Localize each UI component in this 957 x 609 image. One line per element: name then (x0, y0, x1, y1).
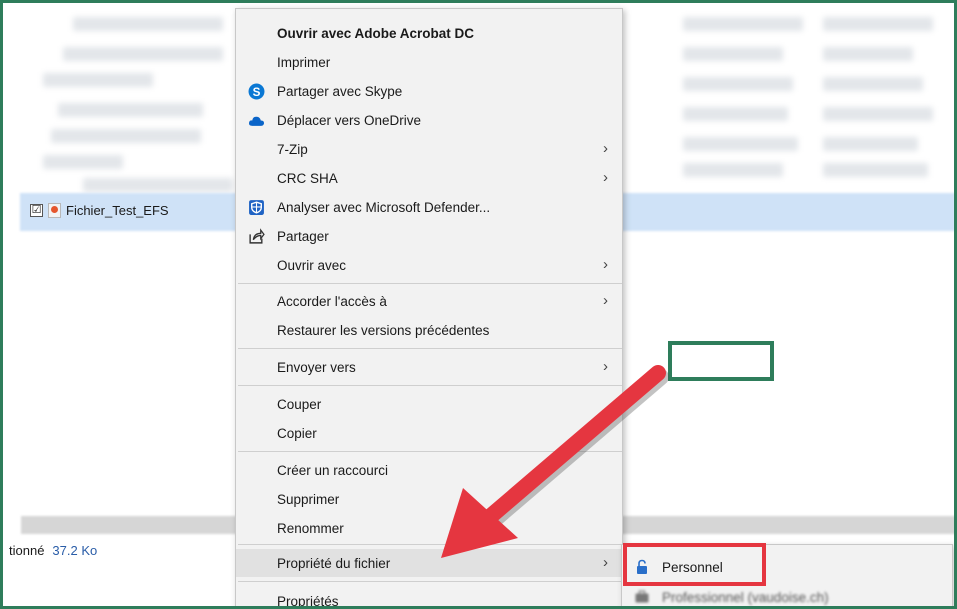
blurred-row (823, 137, 918, 151)
menu-item-7zip[interactable]: 7-Zip › (236, 135, 622, 163)
menu-item-label: Restaurer les versions précédentes (277, 322, 490, 338)
menu-item-print[interactable]: Imprimer (236, 48, 622, 76)
menu-item-label: Ouvrir avec Adobe Acrobat DC (277, 25, 475, 41)
menu-item-label: Propriétés (277, 593, 339, 609)
blurred-row (823, 77, 923, 91)
blurred-row (683, 17, 803, 31)
menu-item-label: CRC SHA (277, 170, 338, 186)
blurred-row (823, 163, 928, 177)
chevron-right-icon: › (603, 140, 608, 157)
menu-item-label: Imprimer (277, 54, 331, 70)
svg-text:S: S (253, 86, 261, 99)
blurred-row (683, 163, 783, 177)
blurred-row (73, 17, 223, 31)
menu-item-label: Analyser avec Microsoft Defender... (277, 199, 491, 215)
blurred-row (83, 178, 233, 192)
blurred-row (683, 77, 793, 91)
menu-item-label: Supprimer (277, 491, 340, 507)
menu-separator (238, 283, 622, 284)
submenu-item-professionnel[interactable]: Professionnel (vaudoise.ch) (622, 583, 952, 606)
menu-item-label: Couper (277, 396, 322, 412)
file-icon (48, 203, 61, 218)
menu-item-label: Créer un raccourci (277, 462, 389, 478)
briefcase-icon (635, 590, 649, 603)
menu-item-grant-access[interactable]: Accorder l'accès à › (236, 287, 622, 315)
file-name: Fichier_Test_EFS (66, 203, 169, 218)
menu-item-label: Propriété du fichier (277, 555, 391, 571)
annotation-arrow-icon (441, 365, 669, 558)
checkbox-icon[interactable]: ☑ (30, 204, 43, 217)
menu-item-label: Déplacer vers OneDrive (277, 112, 422, 128)
blurred-row (63, 47, 223, 61)
menu-item-label: Partager avec Skype (277, 83, 403, 99)
chevron-right-icon: › (603, 169, 608, 186)
blurred-row (683, 137, 798, 151)
blurred-row (51, 129, 201, 143)
menu-item-label: Accorder l'accès à (277, 293, 387, 309)
file-item[interactable]: ☑ Fichier_Test_EFS (30, 203, 169, 218)
skype-icon: S (248, 83, 265, 100)
menu-item-properties[interactable]: Propriétés (236, 587, 622, 609)
blurred-row (58, 103, 203, 117)
blurred-row (683, 47, 783, 61)
menu-item-restore-versions[interactable]: Restaurer les versions précédentes (236, 316, 622, 344)
annotation-green-box (668, 341, 774, 381)
blurred-row (823, 17, 933, 31)
submenu-item-label: Professionnel (vaudoise.ch) (662, 589, 829, 605)
menu-item-move-onedrive[interactable]: Déplacer vers OneDrive (236, 106, 622, 134)
menu-item-share-skype[interactable]: S Partager avec Skype (236, 77, 622, 105)
menu-item-label: Ouvrir avec (277, 257, 347, 273)
menu-item-open-acrobat[interactable]: Ouvrir avec Adobe Acrobat DC (236, 19, 622, 47)
menu-item-label: Partager (277, 228, 329, 244)
chevron-right-icon: › (603, 292, 608, 309)
menu-item-label: Envoyer vers (277, 359, 356, 375)
share-icon (249, 228, 265, 244)
blurred-row (823, 107, 933, 121)
menu-item-crc-sha[interactable]: CRC SHA › (236, 164, 622, 192)
blurred-row (43, 73, 153, 87)
status-bar: tionné 37.2 Ko (9, 543, 97, 558)
onedrive-cloud-icon (248, 116, 265, 126)
menu-item-label: Renommer (277, 520, 344, 536)
menu-separator (238, 348, 622, 349)
blurred-row (43, 155, 123, 169)
status-text: tionné (9, 543, 45, 558)
chevron-right-icon: › (603, 256, 608, 273)
blurred-row (683, 107, 788, 121)
screenshot-frame: ☑ Fichier_Test_EFS tionné 37.2 Ko Ouvrir … (0, 0, 957, 609)
menu-item-share[interactable]: Partager (236, 222, 622, 250)
blurred-row (823, 47, 913, 61)
menu-item-label: 7-Zip (277, 141, 308, 157)
menu-item-open-with[interactable]: Ouvrir avec › (236, 251, 622, 279)
menu-item-label: Copier (277, 425, 317, 441)
defender-shield-icon (249, 200, 264, 215)
menu-item-defender-scan[interactable]: Analyser avec Microsoft Defender... (236, 193, 622, 221)
menu-separator (238, 581, 622, 582)
status-size: 37.2 Ko (52, 543, 98, 558)
